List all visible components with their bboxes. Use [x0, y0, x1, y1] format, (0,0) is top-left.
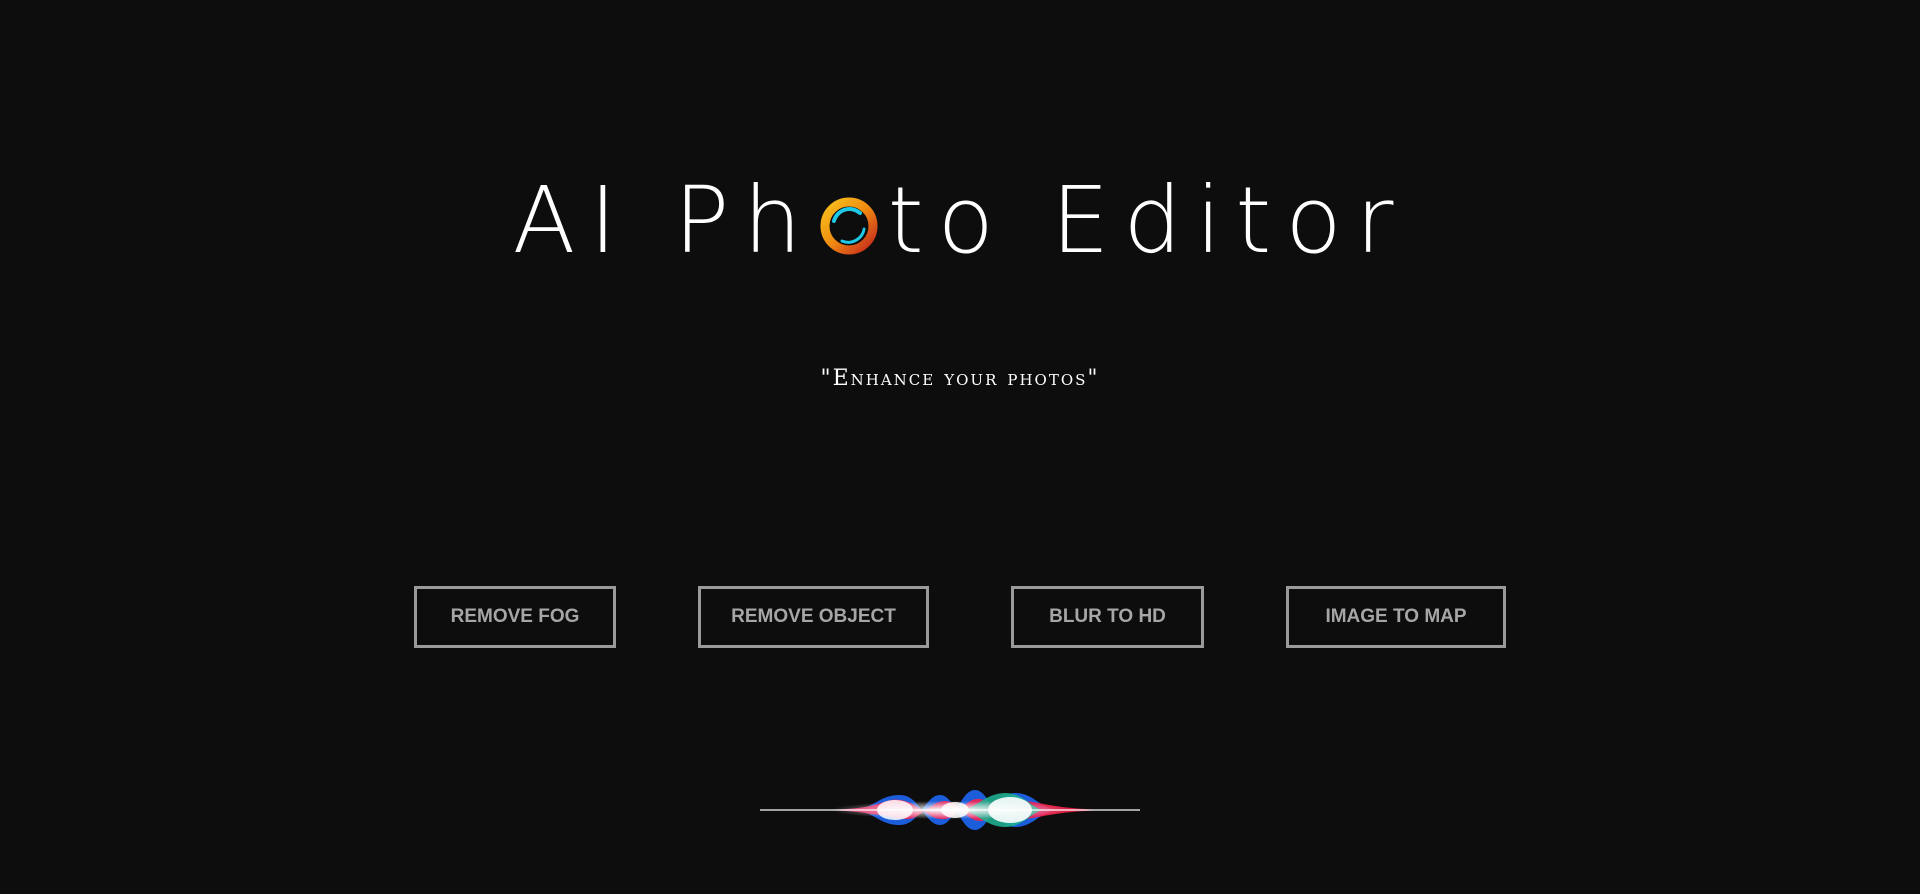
page-title: AI Ph to Editor [0, 167, 1920, 274]
page-subtitle: "Enhance your photos" [820, 366, 1100, 391]
image-to-map-button[interactable]: IMAGE TO MAP [1286, 586, 1506, 648]
title-text-end: to Editor [887, 166, 1408, 274]
voice-waveform-icon [760, 775, 1140, 845]
remove-object-button[interactable]: REMOVE OBJECT [698, 586, 929, 648]
page: AI Ph to Editor "Enhance your photos" RE… [0, 0, 1920, 894]
blur-to-hd-button[interactable]: BLUR TO HD [1011, 586, 1204, 648]
camera-lens-ring-icon [820, 197, 878, 255]
remove-fog-button[interactable]: REMOVE FOG [414, 586, 616, 648]
title-text-start: AI Ph [512, 166, 816, 274]
